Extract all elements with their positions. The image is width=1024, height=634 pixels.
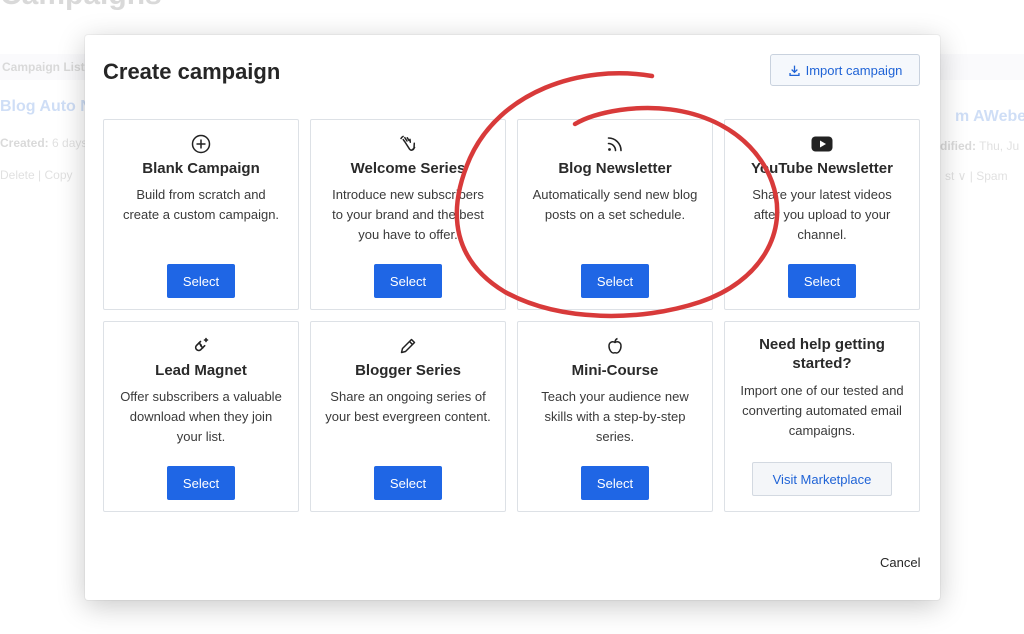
help-description: Import one of our tested and converting …: [740, 383, 904, 438]
create-campaign-modal: Create campaign Import campaign Blank Ca…: [85, 35, 940, 600]
campaign-name-right[interactable]: m AWeber: [955, 108, 1024, 126]
import-campaign-button[interactable]: Import campaign: [770, 54, 920, 86]
card-description: Teach your audience new skills with a st…: [541, 389, 689, 444]
modal-title: Create campaign: [103, 59, 281, 84]
card-youtube-newsletter: YouTube Newsletter Share your latest vid…: [724, 119, 920, 310]
campaign-actions-right[interactable]: st ∨ | Spam: [945, 169, 1008, 183]
card-welcome-series: Welcome Series Introduce new subscribers…: [310, 119, 506, 310]
card-title: Blogger Series: [355, 362, 461, 379]
card-description: Introduce new subscribers to your brand …: [332, 187, 484, 242]
card-description: Share your latest videos after you uploa…: [752, 187, 892, 242]
select-blog-newsletter-button[interactable]: Select: [581, 264, 649, 298]
youtube-icon: [811, 133, 833, 155]
modified-value: Thu, Ju: [979, 139, 1020, 153]
card-description: Share an ongoing series of your best eve…: [325, 389, 491, 424]
plus-circle-icon: [191, 133, 211, 155]
card-title: Lead Magnet: [155, 362, 247, 379]
tab-campaign-list[interactable]: Campaign List: [2, 60, 85, 74]
card-title: Welcome Series: [350, 160, 466, 177]
page-title: Campaigns: [0, 0, 162, 12]
card-title: Blog Newsletter: [558, 160, 672, 177]
card-blank-campaign: Blank Campaign Build from scratch and cr…: [103, 119, 299, 310]
card-marketplace-help: Need help getting started? Import one of…: [724, 321, 920, 512]
campaign-modified-right: dified: Thu, Ju: [940, 139, 1019, 153]
magnet-icon: [191, 335, 211, 357]
modified-label: dified:: [940, 139, 976, 153]
pencil-icon: [398, 335, 418, 357]
card-description: Build from scratch and create a custom c…: [122, 187, 280, 222]
created-label: Created:: [0, 136, 49, 150]
card-title: YouTube Newsletter: [751, 160, 893, 177]
card-blogger-series: Blogger Series Share an ongoing series o…: [310, 321, 506, 512]
select-youtube-newsletter-button[interactable]: Select: [788, 264, 856, 298]
rss-feed-icon: [605, 133, 625, 155]
select-blank-campaign-button[interactable]: Select: [167, 264, 235, 298]
card-blog-newsletter: Blog Newsletter Automatically send new b…: [517, 119, 713, 310]
download-icon: [788, 65, 800, 76]
campaign-type-grid: Blank Campaign Build from scratch and cr…: [103, 119, 920, 512]
waving-hand-icon: [398, 133, 418, 155]
import-campaign-label: Import campaign: [805, 62, 903, 78]
select-welcome-series-button[interactable]: Select: [374, 264, 442, 298]
card-description: Automatically send new blog posts on a s…: [532, 187, 698, 222]
select-lead-magnet-button[interactable]: Select: [167, 466, 235, 500]
card-lead-magnet: Lead Magnet Offer subscribers a valuable…: [103, 321, 299, 512]
help-title: Need help getting started?: [759, 336, 885, 372]
campaign-actions-left[interactable]: Delete | Copy: [0, 168, 73, 182]
select-mini-course-button[interactable]: Select: [581, 466, 649, 500]
apple-icon: [605, 335, 625, 357]
card-description: Offer subscribers a valuable download wh…: [120, 389, 282, 444]
card-title: Mini-Course: [571, 362, 659, 379]
card-title: Blank Campaign: [142, 160, 260, 177]
select-blogger-series-button[interactable]: Select: [374, 466, 442, 500]
visit-marketplace-button[interactable]: Visit Marketplace: [752, 462, 892, 496]
cancel-button[interactable]: Cancel: [880, 555, 920, 570]
card-mini-course: Mini-Course Teach your audience new skil…: [517, 321, 713, 512]
